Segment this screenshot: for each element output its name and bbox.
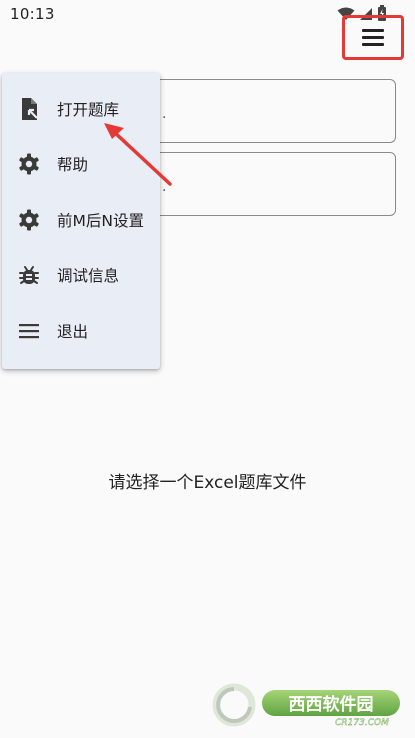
overflow-menu-button[interactable] xyxy=(342,15,404,60)
hamburger-icon xyxy=(362,25,384,50)
question-field-2[interactable]: . xyxy=(148,152,396,216)
watermark-brand: 西西软件园 xyxy=(289,694,374,715)
dropdown-menu: 打开题库 帮助 前M后N设置 调试信息 退出 xyxy=(2,73,160,369)
menu-item-help[interactable]: 帮助 xyxy=(2,139,160,189)
open-file-icon xyxy=(16,96,42,122)
menu-item-exit[interactable]: 退出 xyxy=(2,306,160,356)
empty-message: 请选择一个Excel题库文件 xyxy=(108,473,307,493)
bug-icon xyxy=(16,262,42,288)
menu-item-label: 前M后N设置 xyxy=(57,212,144,230)
watermark-site: CR173.COM xyxy=(335,718,389,727)
menu-item-label: 打开题库 xyxy=(57,101,120,119)
field-1-text: . xyxy=(162,106,167,122)
menu-item-label: 退出 xyxy=(57,323,89,341)
gear-icon xyxy=(16,151,42,177)
menu-item-open-bank[interactable]: 打开题库 xyxy=(2,84,160,134)
gear-icon xyxy=(16,207,42,233)
menu-item-label: 帮助 xyxy=(57,156,89,174)
status-time: 10:13 xyxy=(10,5,55,23)
menu-item-debug-info[interactable]: 调试信息 xyxy=(2,250,160,300)
field-2-text: . xyxy=(162,179,167,195)
watermark-logo: 西西软件园 CR173.COM xyxy=(212,683,400,727)
hamburger-icon xyxy=(16,318,42,344)
question-field-1[interactable]: . xyxy=(148,79,396,143)
menu-item-label: 调试信息 xyxy=(57,267,120,285)
menu-item-mn-settings[interactable]: 前M后N设置 xyxy=(2,195,160,245)
